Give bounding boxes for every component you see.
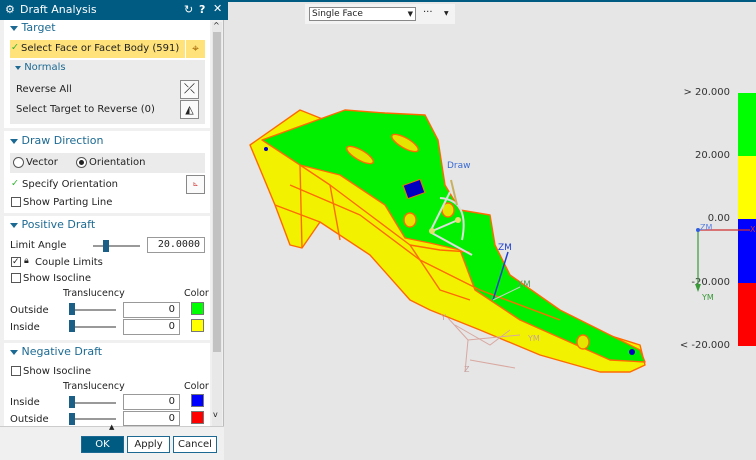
ym-label: YM <box>527 334 540 343</box>
triad-ym-label: YM <box>701 293 714 302</box>
legend-label: > 20.000 <box>683 87 730 98</box>
draw-label: Draw <box>447 161 471 171</box>
legend-label: < -20.000 <box>679 340 730 351</box>
model-viewport[interactable]: Draw ZM XM Y Z YM <box>0 0 756 460</box>
view-triad: ZM YM X <box>695 223 756 302</box>
zm-label: ZM <box>498 243 512 253</box>
xm-label: XM <box>517 280 531 290</box>
y-label: Y <box>440 313 446 322</box>
z-label: Z <box>464 365 470 374</box>
color-band-positive-outside <box>738 93 756 156</box>
legend-label: 20.000 <box>695 150 730 161</box>
triad-x-label: X <box>750 225 756 234</box>
color-band-positive-inside <box>738 156 756 219</box>
triad-zm-label: ZM <box>700 223 712 232</box>
